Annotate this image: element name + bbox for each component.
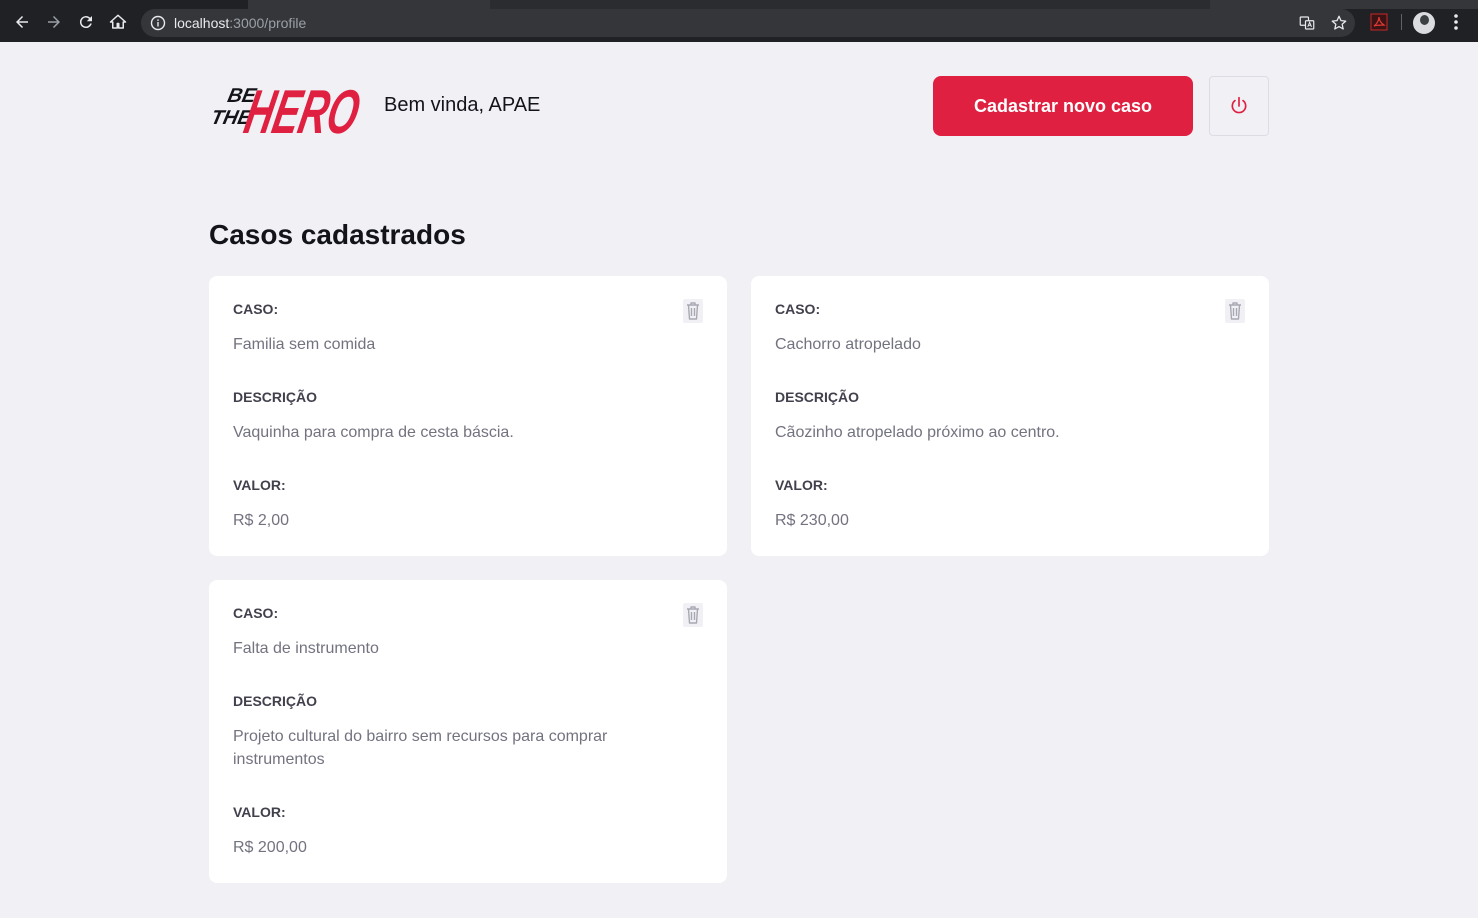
case-title: Cachorro atropelado xyxy=(775,336,921,353)
value-label: VALOR: xyxy=(233,477,286,493)
case-description: Vaquinha para compra de cesta báscia. xyxy=(233,424,514,441)
description-label: DESCRIÇÃO xyxy=(233,693,318,709)
pdf-extension-icon[interactable] xyxy=(1369,12,1389,32)
inactive-tab[interactable] xyxy=(490,0,1210,9)
active-tab[interactable] xyxy=(0,0,248,9)
trash-icon xyxy=(683,603,703,627)
reload-button[interactable] xyxy=(75,11,97,33)
case-value: R$ 2,00 xyxy=(233,512,290,529)
welcome-text: Bem vinda, APAE xyxy=(384,94,541,116)
tab-strip xyxy=(0,0,1478,9)
logo-hero-text: HERO xyxy=(239,78,361,140)
description-label: DESCRIÇÃO xyxy=(775,389,860,405)
case-title: Familia sem comida xyxy=(233,336,376,353)
power-icon xyxy=(1231,96,1247,114)
star-icon[interactable] xyxy=(1330,14,1348,32)
trash-icon xyxy=(1225,299,1245,323)
url-path: :3000/profile xyxy=(229,15,307,31)
url-text[interactable]: localhost:3000/profile xyxy=(174,15,306,31)
translate-icon[interactable] xyxy=(1298,14,1316,32)
arrow-left-icon xyxy=(16,16,28,28)
case-description: Cãozinho atropelado próximo ao centro. xyxy=(775,424,1060,441)
case-card: CASO: Familia sem comida DESCRIÇÃO Vaqui… xyxy=(209,276,727,556)
case-label: CASO: xyxy=(233,301,279,317)
toolbar-separator xyxy=(1401,14,1402,30)
browser-toolbar: localhost:3000/profile xyxy=(0,0,1478,42)
address-bar[interactable]: localhost:3000/profile xyxy=(141,9,1355,37)
case-value: R$ 200,00 xyxy=(233,839,307,856)
avatar-icon[interactable] xyxy=(1413,12,1435,34)
case-title: Falta de instrumento xyxy=(233,640,379,657)
reload-icon xyxy=(79,16,92,29)
delete-case-button[interactable] xyxy=(683,603,703,627)
case-label: CASO: xyxy=(775,301,821,317)
kebab-menu-icon[interactable] xyxy=(1452,13,1460,31)
be-the-hero-logo: BE THE HERO xyxy=(209,78,361,140)
case-label: CASO: xyxy=(233,605,279,621)
delete-case-button[interactable] xyxy=(1225,299,1245,323)
case-card: CASO: Falta de instrumento DESCRIÇÃO Pro… xyxy=(209,580,727,883)
home-icon xyxy=(109,14,127,29)
value-label: VALOR: xyxy=(233,804,286,820)
info-icon[interactable] xyxy=(150,15,166,31)
logout-button[interactable] xyxy=(1209,76,1269,136)
value-label: VALOR: xyxy=(775,477,828,493)
forward-button[interactable] xyxy=(43,11,65,33)
new-case-button[interactable]: Cadastrar novo caso xyxy=(933,76,1193,136)
description-label: DESCRIÇÃO xyxy=(233,389,318,405)
page-title: Casos cadastrados xyxy=(209,219,466,250)
case-card: CASO: Cachorro atropelado DESCRIÇÃO Cãoz… xyxy=(751,276,1269,556)
trash-icon xyxy=(683,299,703,323)
delete-case-button[interactable] xyxy=(683,299,703,323)
case-description: Projeto cultural do bairro sem recursos … xyxy=(233,728,608,768)
case-value: R$ 230,00 xyxy=(775,512,849,529)
arrow-right-icon xyxy=(48,16,60,28)
home-button[interactable] xyxy=(107,11,129,33)
back-button[interactable] xyxy=(11,11,33,33)
url-host: localhost xyxy=(174,15,230,31)
